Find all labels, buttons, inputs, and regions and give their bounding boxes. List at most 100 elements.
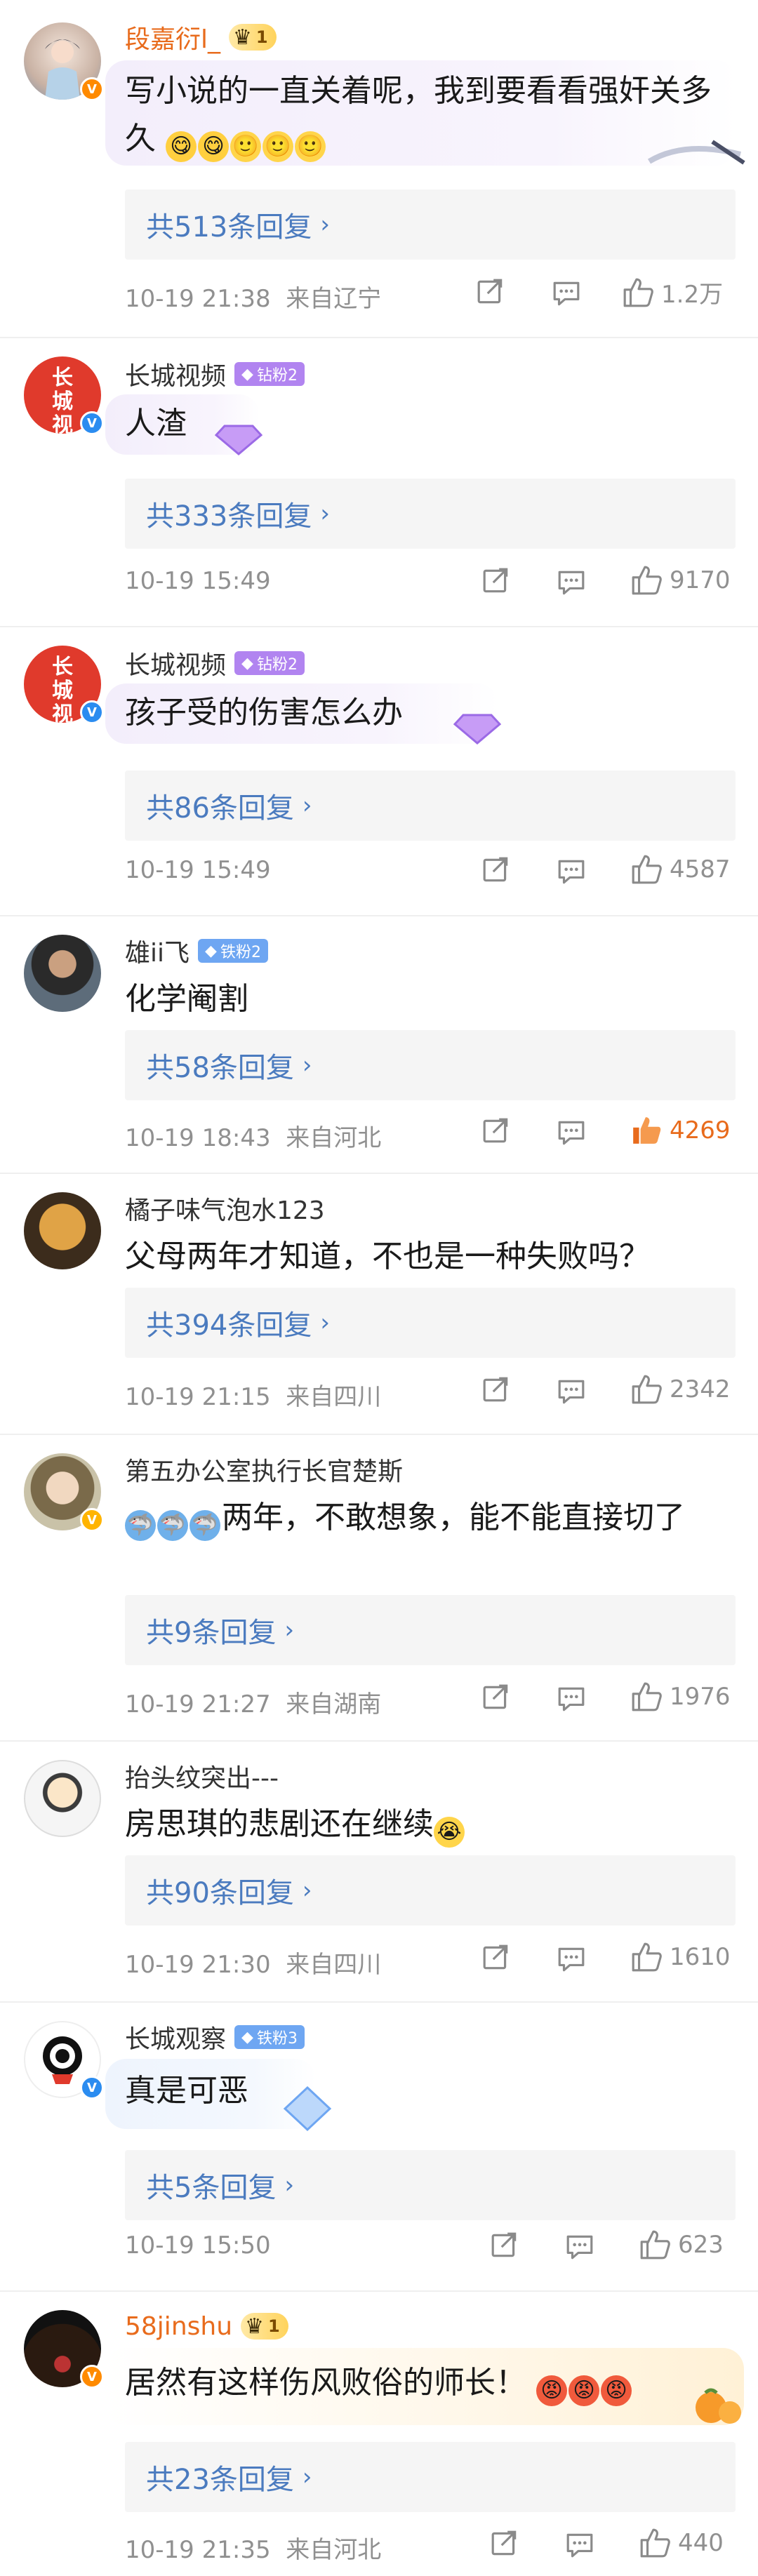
comment-icon[interactable] xyxy=(552,279,581,308)
like-button[interactable]: 623 xyxy=(639,2229,724,2261)
comment-meta: 10-19 18:43 来自河北 xyxy=(125,1119,381,1153)
like-button[interactable]: 1.2万 xyxy=(622,275,723,309)
avatar[interactable] xyxy=(24,1192,101,1269)
like-button[interactable]: 2342 xyxy=(630,1373,731,1406)
username[interactable]: 长城视频 xyxy=(125,356,226,392)
avatar[interactable] xyxy=(24,1760,101,1837)
like-count: 623 xyxy=(678,2231,724,2259)
reply-count-link[interactable]: 共9条回复 › xyxy=(125,1595,736,1665)
location: 来自四川 xyxy=(286,1951,382,1979)
avatar[interactable]: 长 城 视 频 V xyxy=(24,646,104,724)
reply-count-link[interactable]: 共513条回复 › xyxy=(125,189,736,260)
location: 来自辽宁 xyxy=(286,285,382,313)
fan-badge: ◆ 铁粉3 xyxy=(234,2025,305,2049)
like-count: 9170 xyxy=(670,566,731,594)
shark-emoji-icon: 🦈 xyxy=(157,1510,188,1541)
timestamp: 10-19 21:30 xyxy=(125,1951,271,1979)
timestamp: 10-19 21:15 xyxy=(125,1383,271,1411)
comment-text: 写小说的一直关着呢，我到要看看强奸关多久 😋 😋 🙂 🙂 🙂 xyxy=(125,67,729,163)
share-icon[interactable] xyxy=(481,1943,511,1973)
reply-count-link[interactable]: 共86条回复 › xyxy=(125,770,736,841)
avatar[interactable]: V xyxy=(24,1453,104,1532)
comment-meta: 10-19 15:49 xyxy=(125,567,271,595)
username[interactable]: 橘子味气泡水123 xyxy=(125,1190,325,1227)
chevron-right-icon: › xyxy=(320,500,330,528)
avatar[interactable]: 长 城 视 频 V xyxy=(24,356,104,435)
reply-count-link[interactable]: 共23条回复 › xyxy=(125,2442,736,2512)
comment-meta: 10-19 21:15 来自四川 xyxy=(125,1377,381,1412)
share-icon[interactable] xyxy=(481,855,511,885)
avatar[interactable] xyxy=(24,935,101,1012)
angry-emoji-icon: 😡 xyxy=(568,2375,599,2406)
reply-count-link[interactable]: 共90条回复 › xyxy=(125,1855,736,1926)
diamond-icon: ◆ xyxy=(241,365,253,383)
comment-icon[interactable] xyxy=(557,857,586,886)
reply-count-link[interactable]: 共58条回复 › xyxy=(125,1030,736,1100)
comment-meta: 10-19 21:38 来自辽宁 xyxy=(125,279,381,314)
share-icon[interactable] xyxy=(476,277,505,307)
smile-emoji-icon: 🙂 xyxy=(262,131,293,162)
timestamp: 10-19 21:38 xyxy=(125,285,271,313)
avatar[interactable]: V xyxy=(24,2021,104,2100)
timestamp: 10-19 15:50 xyxy=(125,2231,271,2260)
share-icon[interactable] xyxy=(481,1683,511,1712)
angry-emoji-icon: 😡 xyxy=(536,2375,567,2406)
comment-meta: 10-19 15:49 xyxy=(125,856,271,884)
comment-icon[interactable] xyxy=(557,1377,586,1406)
username[interactable]: 长城视频 xyxy=(125,645,226,681)
verified-badge-icon: V xyxy=(80,2365,104,2389)
chevron-right-icon: › xyxy=(302,1051,312,1079)
diamond-icon: ◆ xyxy=(241,2028,253,2046)
thumbs-up-icon xyxy=(630,564,663,596)
username[interactable]: 段嘉衍l_ xyxy=(125,19,220,55)
like-button[interactable]: 4587 xyxy=(630,853,731,886)
like-button[interactable]: 440 xyxy=(639,2527,724,2559)
comment-icon[interactable] xyxy=(565,2232,594,2262)
like-button[interactable]: 4269 xyxy=(630,1114,731,1147)
verified-badge-icon: V xyxy=(80,1508,104,1532)
persimmon-decoration-icon xyxy=(696,2388,741,2424)
bubble-decoration-icon xyxy=(647,140,745,165)
smile-emoji-icon: 🙂 xyxy=(230,131,261,162)
thumbs-up-filled-icon xyxy=(630,1114,663,1147)
location: 来自四川 xyxy=(286,1383,382,1411)
username[interactable]: 抬头纹突出--- xyxy=(125,1758,279,1794)
vip-crown-badge: ♛ 1 xyxy=(229,24,277,51)
diamond-icon: ◆ xyxy=(241,654,253,672)
avatar[interactable]: V xyxy=(24,22,104,101)
thumbs-up-icon xyxy=(630,1941,663,1973)
location: 来自湖南 xyxy=(286,1690,382,1719)
chevron-right-icon: › xyxy=(284,2171,295,2199)
reply-count-link[interactable]: 共394条回复 › xyxy=(125,1288,736,1358)
username[interactable]: 长城观察 xyxy=(125,2019,226,2055)
smile-emoji-icon: 🙂 xyxy=(295,131,326,162)
username[interactable]: 第五办公室执行长官楚斯 xyxy=(125,1451,403,1488)
like-button[interactable]: 1976 xyxy=(630,1681,731,1713)
avatar[interactable]: V xyxy=(24,2310,104,2389)
share-icon[interactable] xyxy=(490,2529,519,2558)
username[interactable]: 雄ii飞 xyxy=(125,933,190,969)
comment-icon[interactable] xyxy=(565,2530,594,2560)
comment-icon[interactable] xyxy=(557,568,586,597)
location: 来自河北 xyxy=(286,2536,382,2564)
reply-count-link[interactable]: 共333条回复 › xyxy=(125,479,736,549)
comment-text: 孩子受的伤害怎么办 xyxy=(125,695,403,730)
comment-icon[interactable] xyxy=(557,1118,586,1147)
share-icon[interactable] xyxy=(481,1375,511,1405)
comment-icon[interactable] xyxy=(557,1944,586,1974)
comment-item: 长 城 视 频 V 长城视频 ◆钻粉2 人渣 共333条回复› 10-19 15… xyxy=(0,338,758,627)
blue-diamond-icon xyxy=(283,2086,332,2132)
share-icon[interactable] xyxy=(481,1116,511,1146)
crown-icon: ♛ xyxy=(245,2314,264,2339)
like-button[interactable]: 9170 xyxy=(630,564,731,596)
comment-icon[interactable] xyxy=(557,1684,586,1714)
reply-count-link[interactable]: 共5条回复 › xyxy=(125,2150,736,2220)
username[interactable]: 58jinshu xyxy=(125,2312,232,2341)
timestamp: 10-19 18:43 xyxy=(125,1124,271,1152)
share-icon[interactable] xyxy=(490,2231,519,2260)
cat-photo-avatar xyxy=(24,1192,101,1269)
verified-badge-icon: V xyxy=(80,77,104,101)
share-icon[interactable] xyxy=(481,566,511,596)
like-button[interactable]: 1610 xyxy=(630,1941,731,1973)
like-count: 4269 xyxy=(670,1116,731,1144)
